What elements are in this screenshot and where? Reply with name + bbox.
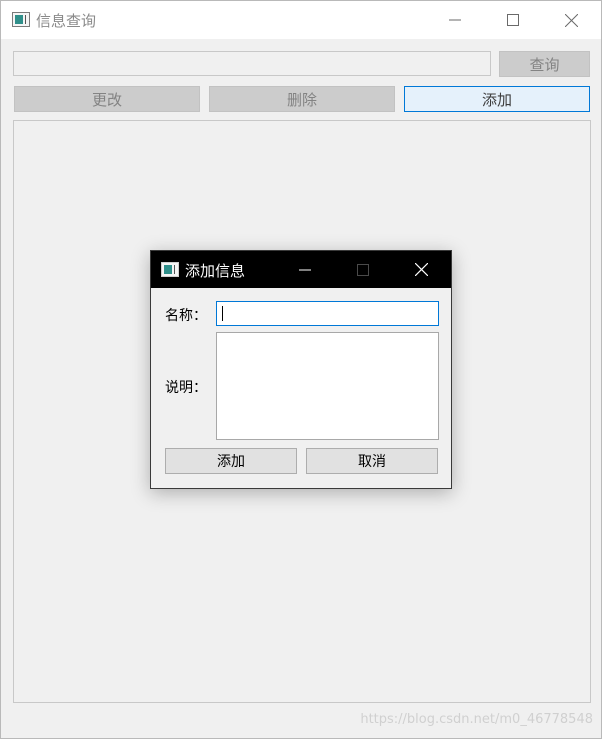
main-window-title: 信息查询	[36, 12, 97, 30]
maximize-icon	[507, 14, 519, 26]
dialog-window-icon	[161, 262, 179, 277]
query-button[interactable]: 查询	[499, 51, 590, 77]
name-input[interactable]	[216, 301, 439, 326]
dialog-title: 添加信息	[185, 262, 246, 280]
minimize-button[interactable]	[426, 1, 484, 39]
search-input[interactable]	[13, 51, 491, 76]
description-textarea[interactable]	[216, 332, 439, 440]
maximize-icon	[357, 263, 369, 276]
minimize-icon	[299, 269, 311, 270]
minimize-icon	[449, 19, 461, 21]
delete-button[interactable]: 删除	[209, 86, 395, 112]
text-caret	[222, 306, 223, 321]
close-icon	[564, 13, 578, 27]
close-icon	[414, 263, 428, 276]
close-button[interactable]	[542, 1, 600, 39]
dialog-titlebar[interactable]: 添加信息	[151, 251, 451, 288]
name-label: 名称：	[165, 308, 207, 324]
edit-button[interactable]: 更改	[14, 86, 200, 112]
dialog-add-button[interactable]: 添加	[165, 448, 297, 474]
dialog-minimize-button[interactable]	[276, 251, 334, 288]
add-button[interactable]: 添加	[404, 86, 590, 112]
description-label: 说明：	[165, 380, 207, 396]
dialog-maximize-button	[334, 251, 392, 288]
dialog-close-button[interactable]	[392, 251, 450, 288]
add-info-dialog: 添加信息 名称： 说明： 添加 取消	[150, 250, 452, 489]
watermark: https://blog.csdn.net/m0_46778548	[360, 712, 593, 727]
main-titlebar[interactable]: 信息查询	[1, 1, 601, 39]
dialog-cancel-button[interactable]: 取消	[306, 448, 438, 474]
app-window-icon	[12, 12, 30, 27]
maximize-button[interactable]	[484, 1, 542, 39]
